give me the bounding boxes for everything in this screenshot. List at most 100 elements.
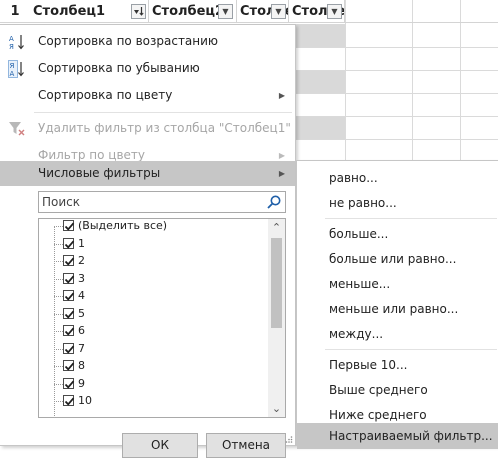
submenu-item-equals[interactable]: равно... — [297, 165, 498, 191]
checkmark-icon — [64, 327, 75, 336]
sort-ascending-icon: A Я — [9, 35, 24, 51]
menu-item-sort-descending[interactable]: Я A Сортировка по убыванию — [0, 56, 295, 81]
checkbox[interactable] — [63, 290, 75, 301]
menu-item-clear-filter[interactable]: Удалить фильтр из столбца "Столбец1" — [0, 116, 295, 141]
column-header-4: Столбе ▼ — [290, 0, 345, 23]
submenu-item-above-average[interactable]: Выше среднего — [297, 377, 498, 403]
table-row-band — [290, 24, 345, 47]
menu-item-label: Сортировка по убыванию — [38, 61, 200, 75]
column-header-1: Столбец1 — [30, 0, 149, 23]
checkbox[interactable] — [63, 272, 75, 284]
column-header-2: Столбец2 ▼ — [150, 0, 237, 23]
menu-item-label: Числовые фильтры — [38, 166, 161, 180]
menu-item-number-filters[interactable]: Числовые фильтры ▶ — [0, 161, 295, 186]
menu-item-sort-by-color[interactable]: Сортировка по цвету ▶ — [0, 83, 295, 108]
submenu-item-custom-filter[interactable]: Настраиваемый фильтр... — [297, 423, 498, 449]
submenu-item-not-equals[interactable]: не равно... — [297, 190, 498, 216]
tree-guide-line — [54, 226, 63, 227]
tree-guide-line — [54, 366, 63, 367]
chevron-down-icon: ▼ — [275, 7, 282, 16]
checkbox[interactable] — [63, 342, 75, 354]
checkmark-icon — [64, 397, 75, 406]
value-checklist[interactable]: (Выделить все) 1 2 3 4 5 6 7 8 9 10 ⌃ ⌄ — [38, 218, 286, 418]
chevron-right-icon: ▶ — [278, 169, 285, 178]
checkbox[interactable] — [63, 237, 75, 249]
tree-guide-line — [54, 401, 63, 402]
chevron-down-icon: ▼ — [331, 7, 338, 16]
checkbox[interactable] — [63, 360, 75, 371]
submenu-item-between[interactable]: между... — [297, 321, 498, 347]
scroll-up-arrow-icon[interactable]: ⌃ — [268, 219, 285, 236]
menu-item-sort-ascending[interactable]: A Я Сортировка по возрастанию — [0, 29, 295, 54]
svg-text:Я: Я — [10, 62, 15, 70]
checklist-item-label: 8 — [78, 359, 85, 372]
column-header-label: Столбец2 — [152, 4, 225, 19]
chevron-right-icon: ▶ — [278, 91, 285, 100]
menu-separator — [325, 218, 497, 219]
checkbox[interactable] — [63, 255, 75, 266]
checkbox[interactable] — [63, 220, 75, 231]
menu-item-label: Сортировка по возрастанию — [38, 34, 219, 48]
scrollbar-thumb[interactable] — [271, 238, 282, 328]
checkbox[interactable] — [63, 307, 75, 319]
grid-line — [290, 47, 498, 48]
filter-dropdown-button[interactable]: ▼ — [218, 4, 233, 19]
checklist-item-label: 2 — [78, 254, 85, 267]
grid-line — [290, 116, 498, 117]
checkmark-icon — [64, 345, 75, 354]
svg-text:A: A — [9, 35, 14, 43]
menu-separator — [34, 112, 292, 113]
checklist-item-label: 6 — [78, 324, 85, 337]
menu-item-label: Фильтр по цвету — [38, 148, 146, 162]
search-placeholder: Поиск — [42, 195, 81, 209]
tree-guide-line — [54, 226, 55, 416]
svg-text:A: A — [10, 70, 15, 78]
submenu-item-less[interactable]: меньше... — [297, 271, 498, 297]
checklist-scrollbar[interactable]: ⌃ ⌄ — [268, 219, 285, 417]
sort-descending-icon: Я A — [8, 60, 24, 78]
grid-line — [290, 70, 498, 71]
submenu-item-top-10[interactable]: Первые 10... — [297, 352, 498, 378]
scroll-down-arrow-icon[interactable]: ⌄ — [268, 400, 285, 417]
menu-separator — [325, 349, 497, 350]
checkbox[interactable] — [63, 325, 75, 336]
resize-grip-icon[interactable] — [285, 435, 293, 443]
submenu-item-greater[interactable]: больше... — [297, 221, 498, 247]
checkmark-icon — [64, 222, 75, 231]
submenu-item-greater-or-equal[interactable]: больше или равно... — [297, 246, 498, 272]
checkmark-icon — [64, 310, 75, 319]
checklist-item-label: 1 — [78, 236, 85, 250]
menu-item-label: Сортировка по цвету — [38, 88, 173, 102]
checkmark-icon — [64, 362, 75, 371]
checklist-item-label: 3 — [78, 271, 85, 285]
filter-sort-dropdown-button[interactable] — [131, 4, 146, 19]
tree-guide-line — [54, 348, 63, 350]
filter-active-icon — [134, 7, 144, 16]
table-header-row: 1 Столбец1 Столбец2 ▼ Столбе ▼ Столбе ▼ — [0, 0, 498, 23]
search-input[interactable]: Поиск — [38, 191, 286, 213]
tree-guide-line — [54, 296, 63, 297]
tree-guide-line — [54, 331, 63, 332]
column-header-3: Столбе ▼ — [238, 0, 289, 23]
checklist-item-label: 4 — [78, 289, 85, 302]
checklist-item-label: (Выделить все) — [78, 219, 168, 232]
tree-guide-line — [54, 243, 63, 245]
submenu-item-less-or-equal[interactable]: меньше или равно... — [297, 296, 498, 322]
tree-guide-line — [54, 383, 63, 385]
checkbox[interactable] — [63, 395, 75, 406]
checkmark-icon — [64, 275, 75, 284]
autofilter-menu: A Я Сортировка по возрастанию Я A Сортир… — [0, 24, 296, 458]
checklist-item-label: 9 — [78, 376, 85, 390]
table-row-band — [290, 116, 345, 139]
table-row-band — [290, 70, 345, 93]
tree-guide-line — [54, 261, 63, 262]
grid-line — [290, 139, 498, 140]
filter-dropdown-button[interactable]: ▼ — [271, 4, 286, 19]
row-number: 1 — [10, 4, 20, 19]
filter-dropdown-button[interactable]: ▼ — [327, 4, 342, 19]
search-icon[interactable] — [266, 194, 282, 210]
tree-guide-line — [54, 278, 63, 280]
checkbox[interactable] — [63, 377, 75, 389]
number-filters-submenu: равно... не равно... больше... больше ил… — [296, 160, 498, 449]
grid-line — [290, 93, 498, 94]
